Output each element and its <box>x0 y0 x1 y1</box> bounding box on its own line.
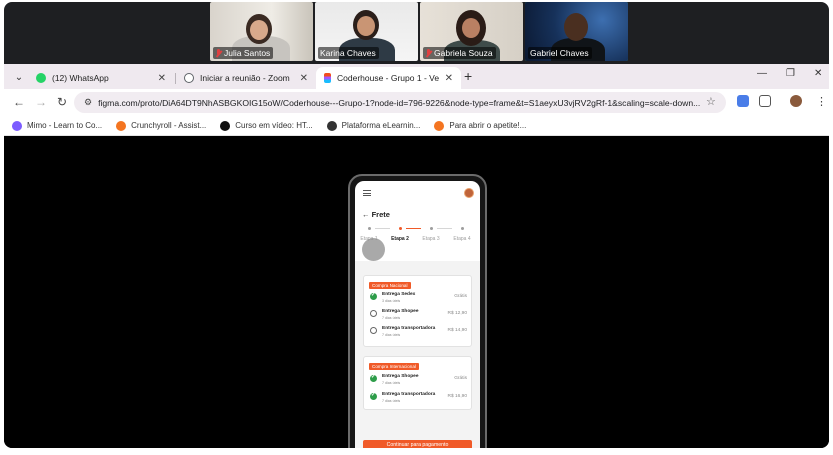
menu-kebab-icon[interactable]: ⋮ <box>816 95 827 108</box>
extensions-puzzle-icon[interactable] <box>759 95 771 107</box>
shipping-option[interactable]: Entrega transportadora 7 dias úteis R$ 1… <box>370 325 467 339</box>
minimize-icon[interactable]: — <box>757 68 767 79</box>
participant-tile[interactable]: Gabriela Souza <box>420 2 523 61</box>
browser-tab-bar: ⌄ (12) WhatsApp ✕ Iniciar a reunião - Zo… <box>4 64 829 89</box>
tab-figma[interactable]: Coderhouse - Grupo 1 - Versão ✕ <box>316 67 461 89</box>
participant-name: Karina Chaves <box>318 47 379 59</box>
tab-search-dropdown-icon[interactable]: ⌄ <box>11 69 27 85</box>
bookmarks-bar: Mimo - Learn to Co... Crunchyroll - Assi… <box>4 116 829 136</box>
app-screen: ← Frete Etapa 1 Etapa 2 Etapa 3 <box>355 181 480 448</box>
shipping-options-area: Compra Nacional Entrega Sedex 3 dias úte… <box>355 261 480 448</box>
forward-arrow-icon[interactable]: → <box>35 95 47 109</box>
user-avatar[interactable] <box>464 188 474 198</box>
participant-tile[interactable]: Karina Chaves <box>315 2 418 61</box>
mic-off-icon <box>425 48 432 58</box>
translate-extension-icon[interactable] <box>737 95 749 107</box>
bookmark-item[interactable]: Para abrir o apetite!... <box>434 120 526 131</box>
radio-checked-icon[interactable] <box>370 392 377 400</box>
back-title[interactable]: ← Frete <box>362 210 390 219</box>
bookmark-item[interactable]: Crunchyroll - Assist... <box>116 120 206 131</box>
tab-whatsapp[interactable]: (12) WhatsApp ✕ <box>28 67 174 89</box>
participant-name: Julia Santos <box>213 47 274 59</box>
participant-video-strip: Julia Santos Karina Chaves Gabriela Souz… <box>210 2 628 61</box>
whatsapp-icon <box>36 73 46 83</box>
close-window-icon[interactable]: ✕ <box>814 68 822 79</box>
section-badge: Compra Nacional <box>369 282 411 289</box>
shipping-option[interactable]: Entrega transportadora 7 dias úteis R$ 1… <box>370 391 467 405</box>
close-tab-icon[interactable]: ✕ <box>445 73 453 84</box>
section-badge: Compra Internacional <box>369 363 419 370</box>
participant-name: Gabriela Souza <box>423 47 496 59</box>
step-4: Etapa 4 <box>448 227 476 242</box>
shipping-option[interactable]: Entrega Sedex 3 dias úteis Grátis <box>370 291 467 305</box>
tab-zoom[interactable]: Iniciar a reunião - Zoom ✕ <box>176 67 316 89</box>
bookmark-star-icon[interactable]: ☆ <box>706 95 716 108</box>
close-tab-icon[interactable]: ✕ <box>300 73 308 84</box>
participant-tile[interactable]: Julia Santos <box>210 2 313 61</box>
shipping-option[interactable]: Entrega Shopee 7 dias úteis Grátis <box>370 373 467 387</box>
reload-icon[interactable]: ↻ <box>57 95 67 109</box>
radio-checked-icon[interactable] <box>370 374 377 382</box>
screen-share-frame: Julia Santos Karina Chaves Gabriela Souz… <box>4 2 829 448</box>
step-2: Etapa 2 <box>386 227 414 242</box>
new-tab-button[interactable]: + <box>464 68 472 84</box>
browser-toolbar: ← → ↻ ⚙ figma.com/proto/DiA64DT9NhASBGKO… <box>4 89 829 116</box>
figma-prototype-viewport[interactable]: ← Frete Etapa 1 Etapa 2 Etapa 3 <box>4 136 829 448</box>
shipping-card-national: Compra Nacional Entrega Sedex 3 dias úte… <box>363 275 472 347</box>
hamburger-menu-icon[interactable] <box>363 190 371 196</box>
globe-icon <box>184 73 194 83</box>
participant-name: Gabriel Chaves <box>528 47 592 59</box>
bookmark-item[interactable]: Mimo - Learn to Co... <box>12 120 102 131</box>
shipping-card-international: Compra Internacional Entrega Shopee 7 di… <box>363 356 472 410</box>
bookmark-item[interactable]: Curso em vídeo: HT... <box>220 120 313 131</box>
profile-avatar[interactable] <box>790 95 802 107</box>
phone-mockup: ← Frete Etapa 1 Etapa 2 Etapa 3 <box>348 174 487 448</box>
mimo-icon <box>12 120 22 131</box>
mic-off-icon <box>215 48 222 58</box>
crunchyroll-icon <box>434 120 445 131</box>
step-3: Etapa 3 <box>417 227 445 242</box>
elearning-icon <box>326 120 337 131</box>
click-indicator <box>362 238 385 261</box>
back-arrow-icon[interactable]: ← <box>13 95 25 109</box>
bookmark-item[interactable]: Plataforma eLearnin... <box>326 120 420 131</box>
address-bar[interactable]: ⚙ figma.com/proto/DiA64DT9NhASBGKOIG15oW… <box>74 92 726 113</box>
crunchyroll-icon <box>116 120 127 131</box>
radio-icon[interactable] <box>370 310 377 317</box>
site-info-icon[interactable]: ⚙ <box>84 97 92 108</box>
continue-to-payment-button[interactable]: Continuar para pagamento <box>363 440 472 448</box>
radio-icon[interactable] <box>370 327 377 334</box>
shipping-option[interactable]: Entrega Shopee 7 dias úteis R$ 12,90 <box>370 308 467 322</box>
radio-checked-icon[interactable] <box>370 292 377 300</box>
restore-icon[interactable]: ❐ <box>786 68 795 79</box>
figma-icon <box>324 73 331 83</box>
github-icon <box>220 120 231 131</box>
participant-tile-active[interactable]: Gabriel Chaves <box>525 2 628 61</box>
close-tab-icon[interactable]: ✕ <box>158 73 166 84</box>
